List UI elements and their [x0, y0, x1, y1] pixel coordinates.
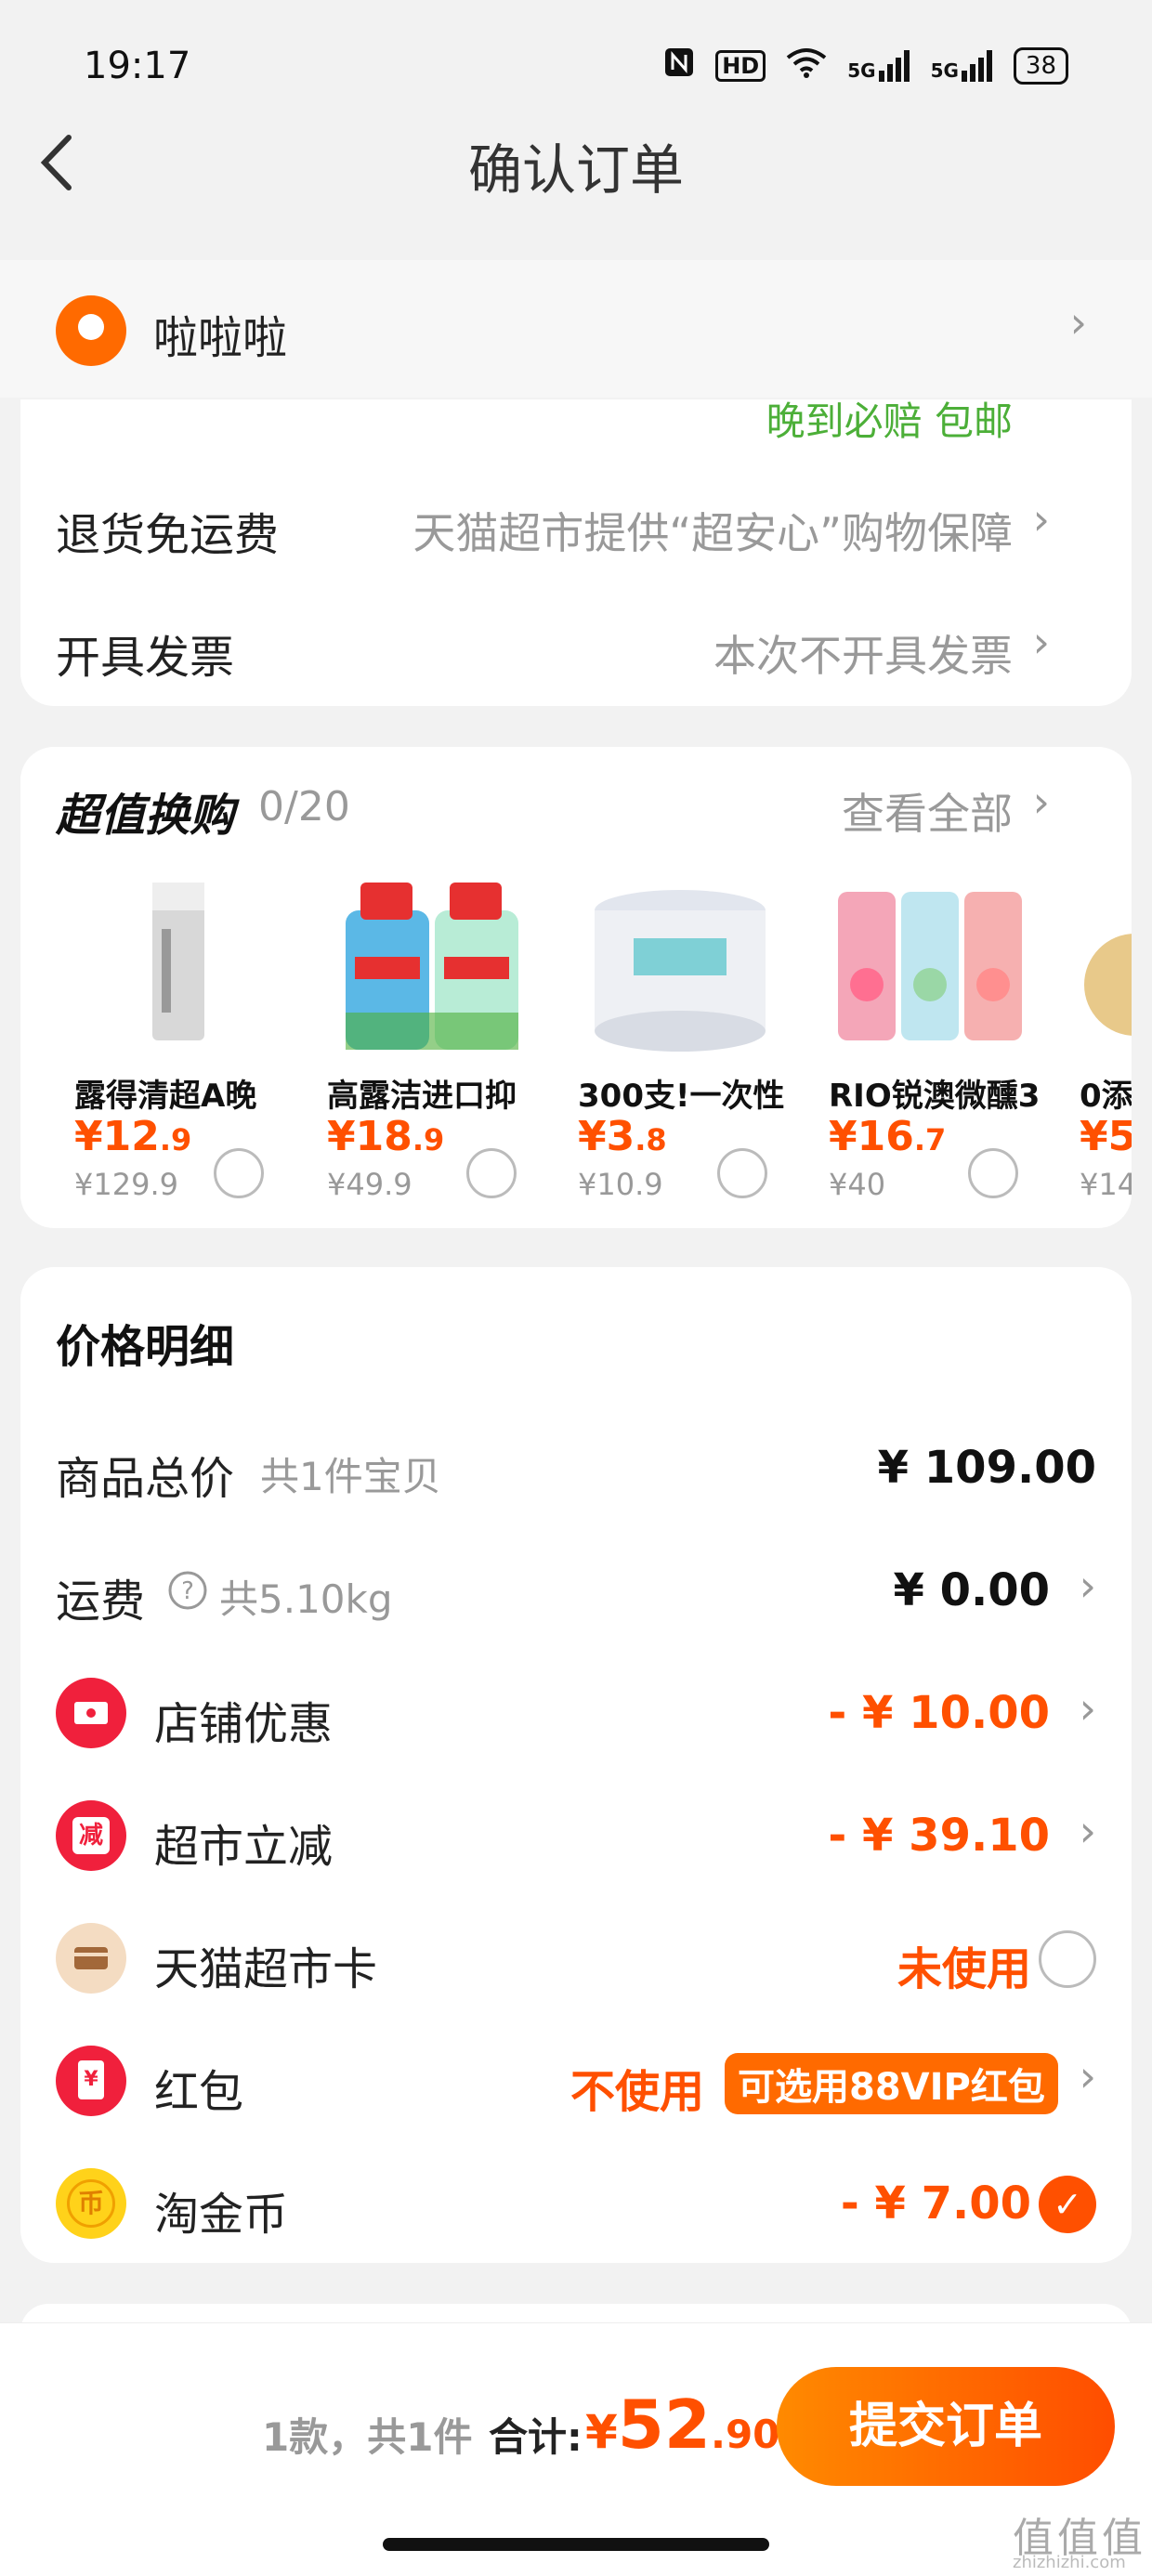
coins-amount: - ¥ 7.00 [840, 2177, 1031, 2229]
5g-signal-icon: 5G [931, 50, 993, 82]
product-price: ¥18.9 [327, 1113, 445, 1160]
product-image-partial [1084, 934, 1132, 1036]
product-price: ¥3.8 [578, 1113, 667, 1160]
price-detail-title: 价格明细 [56, 1321, 235, 1373]
product-price: ¥12.9 [74, 1113, 192, 1160]
product-price: ¥5. [1080, 1113, 1132, 1160]
watermark-url: zhizhizhi.com [1013, 2553, 1126, 2572]
market-reduce-amount[interactable]: - ¥ 39.10 [828, 1810, 1050, 1862]
red-packet-value[interactable]: 不使用 [570, 2055, 704, 2120]
shipping-label: 运费 [56, 1576, 146, 1628]
swap-product[interactable]: 露得清超A晚 ¥12.9 ¥129.9 [74, 873, 316, 1217]
product-name: 0添 [1080, 1078, 1132, 1115]
tmall-card-value: 未使用 [897, 1943, 1031, 1995]
5g-signal-icon: 5G [847, 50, 910, 82]
status-icons: HD 5G 5G 38 [663, 46, 1068, 85]
red-packet-label: 红包 [154, 2066, 244, 2118]
delivery-value: 晚到必赔 包邮 [766, 399, 1013, 444]
product-image-cream [152, 883, 204, 1040]
select-radio[interactable] [466, 1148, 517, 1198]
chevron-right-icon: › [1032, 777, 1050, 827]
chevron-right-icon: › [1079, 1561, 1096, 1611]
select-radio[interactable] [717, 1148, 767, 1198]
product-old-price: ¥49.9 [327, 1167, 412, 1202]
product-old-price: ¥40 [829, 1167, 886, 1202]
chevron-right-icon: › [1032, 494, 1050, 544]
product-name: 300支!一次性 [578, 1078, 785, 1115]
product-name: 露得清超A晚 [74, 1078, 257, 1115]
help-icon[interactable]: ? [167, 1570, 208, 1615]
product-old-price: ¥14 [1080, 1167, 1132, 1202]
home-indicator[interactable] [383, 2538, 769, 2551]
swap-product[interactable]: RIO锐澳微醺3 ¥16.7 ¥40 [829, 873, 1070, 1217]
product-image-cotton-swabs [595, 890, 766, 1052]
select-radio[interactable] [214, 1148, 264, 1198]
store-discount-amount[interactable]: - ¥ 10.00 [828, 1687, 1050, 1739]
tmall-card-label: 天猫超市卡 [154, 1943, 378, 1995]
nfc-icon [663, 46, 695, 85]
chevron-right-icon: › [1032, 617, 1050, 667]
product-name: RIO锐澳微醺3 [829, 1078, 1041, 1115]
gold-coin-icon: 币 [56, 2168, 126, 2239]
tmall-card-radio[interactable] [1039, 1930, 1096, 1988]
return-shipping-label: 退货免运费 [56, 509, 280, 561]
page-title: 确认订单 [467, 138, 684, 202]
shipping-weight: 共5.10kg [219, 1576, 393, 1622]
card-icon [56, 1923, 126, 1994]
battery-indicator: 38 [1013, 47, 1068, 85]
order-summary: 1款，共1件 [262, 2414, 473, 2460]
product-name: 高露洁进口抑 [327, 1078, 517, 1115]
goods-total-amount: ¥ 109.00 [877, 1442, 1096, 1494]
reduce-icon: 减 [56, 1800, 126, 1871]
product-price: ¥16.7 [829, 1113, 947, 1160]
wifi-icon [786, 46, 827, 85]
chevron-right-icon: › [1079, 1683, 1096, 1733]
address-name: 啦啦啦 [153, 312, 288, 364]
svg-text:?: ? [181, 1577, 194, 1605]
product-image-mouthwash [346, 883, 518, 1050]
select-radio[interactable] [968, 1148, 1018, 1198]
chevron-right-icon: › [1069, 297, 1087, 347]
return-shipping-value[interactable]: 天猫超市提供“超安心”购物保障 [412, 500, 1013, 561]
product-old-price: ¥129.9 [74, 1167, 178, 1202]
invoice-label: 开具发票 [56, 632, 235, 684]
swap-product[interactable]: 300支!一次性 ¥3.8 ¥10.9 [578, 873, 819, 1217]
swap-title: 超值换购 [56, 790, 235, 842]
chevron-right-icon: › [1079, 1806, 1096, 1856]
product-old-price: ¥10.9 [578, 1167, 663, 1202]
status-time: 19:17 [84, 45, 191, 87]
goods-count: 共1件宝贝 [260, 1454, 441, 1499]
submit-order-button[interactable]: 提交订单 [777, 2367, 1115, 2486]
invoice-value[interactable]: 本次不开具发票 [713, 622, 1013, 684]
total-amount: ¥52.90 [585, 2386, 780, 2464]
coupon-icon [56, 1678, 126, 1748]
swap-product[interactable]: 高露洁进口抑 ¥18.9 ¥49.9 [327, 873, 569, 1217]
store-discount-label: 店铺优惠 [154, 1698, 334, 1750]
red-packet-icon: ¥ [56, 2046, 126, 2116]
coins-check-icon[interactable]: ✓ [1039, 2176, 1096, 2233]
goods-total-label: 商品总价 [56, 1453, 235, 1505]
hd-icon: HD [715, 50, 766, 82]
total-label: 合计: [489, 2414, 583, 2460]
shipping-amount[interactable]: ¥ 0.00 [893, 1564, 1050, 1616]
product-image-rio-cans [838, 892, 1022, 1040]
location-pin-dot [78, 314, 104, 340]
swap-product[interactable]: 0添 ¥5. ¥14 [1080, 873, 1132, 1217]
market-reduce-label: 超市立减 [154, 1821, 334, 1873]
swap-count: 0/20 [258, 783, 350, 830]
chevron-right-icon: › [1079, 2051, 1096, 2101]
coins-label: 淘金币 [154, 2189, 289, 2241]
view-all-link[interactable]: 查看全部 [842, 780, 1013, 842]
vip-red-packet-badge[interactable]: 可选用88VIP红包 [725, 2053, 1058, 2114]
